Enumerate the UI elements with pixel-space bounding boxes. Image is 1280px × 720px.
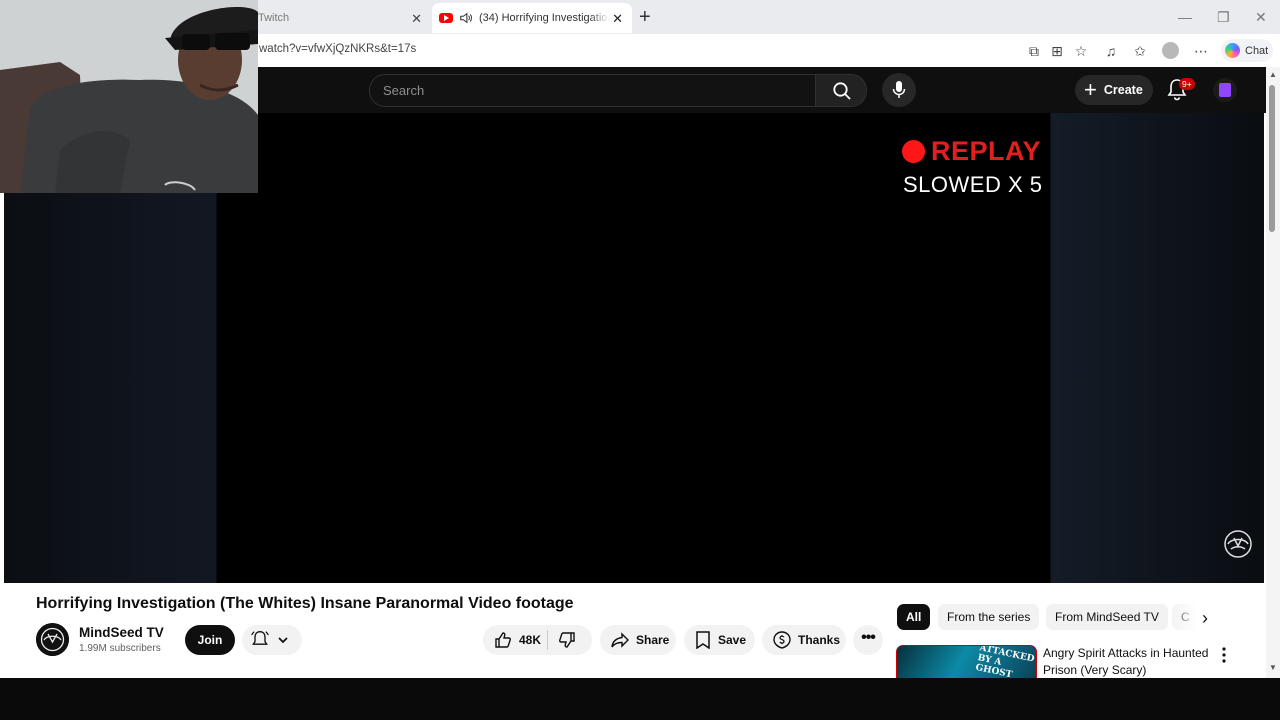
extensions-grid-icon[interactable]: ⊞ bbox=[1048, 42, 1066, 60]
thanks-dollar-icon bbox=[773, 631, 791, 649]
chevron-down-icon bbox=[278, 637, 288, 644]
tab-youtube[interactable]: (34) Horrifying Investigation (The White… bbox=[432, 3, 632, 33]
tab-title: (34) Horrifying Investigation (The White… bbox=[479, 12, 609, 24]
close-tab-icon[interactable]: ✕ bbox=[411, 11, 422, 27]
chip-all[interactable]: All bbox=[897, 604, 931, 630]
notifications-badge: 9+ bbox=[1179, 78, 1195, 90]
channel-avatar[interactable] bbox=[36, 623, 69, 656]
thanks-label: Thanks bbox=[798, 633, 841, 647]
close-window-icon[interactable]: ✕ bbox=[1255, 9, 1267, 26]
voice-search-button[interactable] bbox=[882, 73, 916, 107]
scrollbar-thumb[interactable] bbox=[1269, 85, 1275, 232]
record-dot-icon bbox=[902, 140, 925, 163]
more-menu-icon[interactable]: ⋯ bbox=[1192, 42, 1210, 60]
close-tab-icon[interactable]: ✕ bbox=[612, 11, 623, 27]
like-dislike-group: 48K bbox=[483, 625, 592, 655]
account-avatar[interactable] bbox=[1213, 78, 1237, 102]
tab-title: Twitch bbox=[258, 12, 290, 24]
like-icon[interactable] bbox=[494, 631, 512, 649]
page-scrollbar[interactable]: ▲ ▼ bbox=[1266, 67, 1280, 678]
copilot-icon bbox=[1225, 43, 1240, 58]
bell-icon bbox=[251, 630, 269, 645]
search-icon bbox=[833, 82, 851, 100]
scroll-up-arrow-icon[interactable]: ▲ bbox=[1269, 70, 1277, 79]
thumbnail-text: ATTACKED BY A GHOST bbox=[974, 645, 1036, 678]
channel-name[interactable]: MindSeed TV bbox=[79, 625, 164, 640]
more-horizontal-icon: ••• bbox=[861, 629, 876, 646]
subscription-notifications-button[interactable] bbox=[242, 625, 302, 655]
like-count[interactable]: 48K bbox=[519, 633, 541, 647]
chip-from-channel[interactable]: From MindSeed TV bbox=[1046, 604, 1168, 630]
scroll-down-arrow-icon[interactable]: ▼ bbox=[1269, 663, 1277, 672]
chevron-right-icon[interactable]: › bbox=[1202, 608, 1208, 629]
dislike-icon[interactable] bbox=[558, 631, 576, 649]
favorite-star-icon[interactable]: ☆ bbox=[1072, 42, 1090, 60]
webcam-overlay bbox=[0, 0, 258, 193]
taskbar bbox=[0, 678, 1280, 720]
replay-overlay: REPLAY bbox=[902, 136, 1041, 167]
speaker-icon[interactable] bbox=[459, 11, 473, 25]
translate-icon[interactable]: ⧉ bbox=[1025, 42, 1043, 60]
chat-label: Chat bbox=[1245, 44, 1269, 57]
chip-from-the-series[interactable]: From the series bbox=[938, 604, 1040, 630]
create-label: Create bbox=[1103, 83, 1143, 97]
copilot-chat-button[interactable]: Chat bbox=[1221, 39, 1273, 62]
youtube-favicon-icon bbox=[439, 13, 453, 23]
slowed-overlay: SLOWED X 5 bbox=[903, 172, 1043, 197]
minimize-icon[interactable]: — bbox=[1178, 9, 1192, 25]
share-button[interactable]: Share bbox=[600, 625, 676, 655]
media-control-icon[interactable]: ♫ bbox=[1102, 42, 1120, 60]
replay-text: REPLAY bbox=[931, 136, 1042, 166]
profile-avatar[interactable] bbox=[1162, 42, 1179, 59]
recommendation-title[interactable]: Angry Spirit Attacks in Haunted Prison (… bbox=[1043, 645, 1213, 678]
more-actions-button[interactable]: ••• bbox=[853, 625, 883, 655]
search-placeholder: Search bbox=[383, 83, 425, 98]
bookmark-icon bbox=[696, 631, 710, 649]
create-button[interactable]: + Create bbox=[1075, 75, 1153, 105]
subscriber-count: 1.99M subscribers bbox=[79, 643, 161, 654]
share-label: Share bbox=[636, 633, 670, 647]
join-button[interactable]: Join bbox=[185, 625, 235, 655]
channel-watermark-icon[interactable] bbox=[1222, 528, 1254, 560]
recommendation-thumbnail[interactable]: ATTACKED BY A GHOST bbox=[896, 645, 1037, 678]
more-vertical-icon[interactable] bbox=[1221, 647, 1227, 663]
thanks-button[interactable]: Thanks bbox=[762, 625, 846, 655]
video-title: Horrifying Investigation (The Whites) In… bbox=[36, 595, 574, 612]
save-button[interactable]: Save bbox=[684, 625, 755, 655]
restore-icon[interactable]: ❐ bbox=[1217, 9, 1230, 26]
microphone-icon bbox=[892, 81, 906, 98]
plus-icon: + bbox=[1084, 77, 1097, 102]
favorites-icon[interactable]: ✩ bbox=[1131, 42, 1149, 60]
tab-twitch[interactable]: Twitch ✕ bbox=[258, 3, 430, 33]
search-input[interactable]: Search bbox=[369, 74, 816, 107]
url-field[interactable]: watch?v=vfwXjQzNKRs&t=17s bbox=[259, 43, 416, 55]
share-icon bbox=[611, 632, 629, 648]
search-button[interactable] bbox=[815, 74, 867, 107]
divider bbox=[547, 630, 549, 650]
new-tab-button[interactable]: + bbox=[639, 7, 651, 27]
save-label: Save bbox=[718, 633, 747, 647]
webcam-person-image bbox=[0, 0, 258, 193]
chip-fade bbox=[1170, 602, 1230, 632]
